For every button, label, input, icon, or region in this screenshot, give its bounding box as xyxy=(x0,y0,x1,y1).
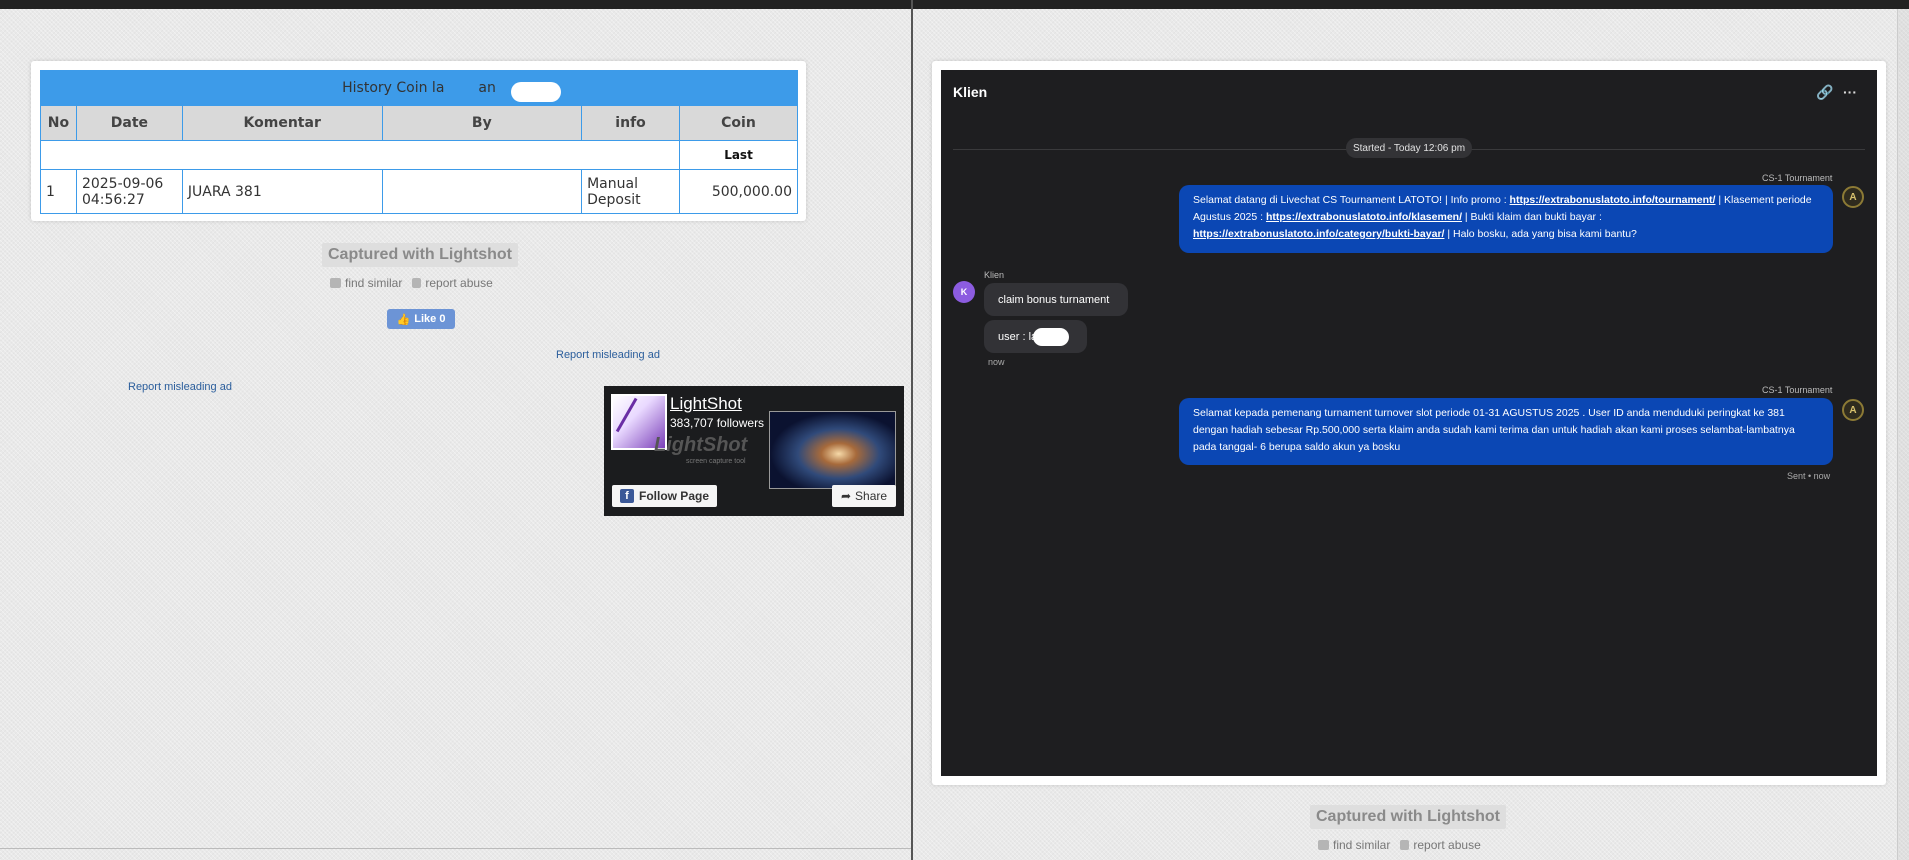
widget-watermark: LightShot xyxy=(654,434,748,456)
cell-info: Manual Deposit xyxy=(581,169,680,214)
window-divider[interactable] xyxy=(911,0,913,860)
camera-icon xyxy=(330,278,341,288)
cell-no: 1 xyxy=(40,169,77,214)
table-row: Last xyxy=(40,140,798,170)
share-icon: ➦ xyxy=(840,489,852,503)
browser-top-bar xyxy=(0,0,1909,9)
redaction-mask xyxy=(511,82,561,102)
agent-label: CS-1 Tournament xyxy=(1762,385,1833,395)
follow-page-button[interactable]: f Follow Page xyxy=(612,485,717,507)
flag-icon xyxy=(1400,840,1410,850)
empty-cell xyxy=(40,140,680,170)
captured-with-lightshot[interactable]: Captured with Lightshot xyxy=(1310,805,1506,829)
image-links: find similar report abuse xyxy=(1318,838,1481,852)
fb-like-button[interactable]: 👍 Like 0 xyxy=(387,309,455,329)
col-header-no: No xyxy=(40,105,77,141)
col-header-coin: Coin xyxy=(679,105,798,141)
flag-icon xyxy=(412,278,422,288)
find-similar-link[interactable]: find similar xyxy=(1318,838,1390,852)
facebook-page-widget[interactable]: LightShot screen capture tool LightShot … xyxy=(604,386,904,516)
more-icon[interactable]: ··· xyxy=(1843,84,1857,100)
client-avatar: K xyxy=(953,281,975,303)
cell-by xyxy=(381,169,583,214)
link-icon[interactable]: 🔗 xyxy=(1816,84,1833,101)
session-started-pill: Started - Today 12:06 pm xyxy=(1346,138,1472,158)
col-header-by: By xyxy=(381,105,583,141)
agent-message: Selamat datang di Livechat CS Tournament… xyxy=(1179,185,1833,253)
camera-icon xyxy=(1318,840,1329,850)
sent-status: Sent • now xyxy=(1787,471,1831,481)
col-header-info: info xyxy=(581,105,680,141)
chat-window: Klien 🔗 ··· Started - Today 12:06 pm CS-… xyxy=(941,70,1877,776)
history-coin-table: History Coin la an No Date Komentar By in… xyxy=(40,70,798,214)
col-header-date: Date xyxy=(75,105,183,141)
bottom-divider xyxy=(0,848,911,849)
bukti-bayar-link[interactable]: https://extrabonuslatoto.info/category/b… xyxy=(1193,228,1444,240)
report-abuse-link[interactable]: report abuse xyxy=(1400,838,1481,852)
redaction-mask xyxy=(1033,328,1069,346)
agent-avatar: A xyxy=(1842,399,1864,421)
cell-komentar: JUARA 381 xyxy=(181,169,383,214)
widget-tagline: screen capture tool xyxy=(686,458,746,465)
image-links: find similar report abuse xyxy=(330,276,493,290)
report-abuse-link[interactable]: report abuse xyxy=(412,276,493,290)
page-name-link[interactable]: LightShot xyxy=(670,394,742,414)
agent-message: Selamat kepada pemenang turnament turnov… xyxy=(1179,398,1833,465)
table-title: History Coin la an xyxy=(40,70,798,106)
report-misleading-ad-link[interactable]: Report misleading ad xyxy=(556,349,660,361)
promo-link[interactable]: https://extrabonuslatoto.info/tournament… xyxy=(1510,194,1716,206)
cover-image xyxy=(769,411,896,489)
cell-coin: 500,000.00 xyxy=(679,169,798,214)
chat-title: Klien xyxy=(953,84,988,100)
scrollbar[interactable] xyxy=(1897,9,1909,860)
share-button[interactable]: ➦ Share xyxy=(832,485,896,507)
table-row: 1 2025-09-06 04:56:27 JUARA 381 Manual Dep… xyxy=(40,169,798,214)
agent-avatar: A xyxy=(1842,186,1864,208)
cell-date: 2025-09-06 04:56:27 xyxy=(75,169,183,214)
follower-count: 383,707 followers xyxy=(670,416,765,430)
last-label: Last xyxy=(679,140,798,170)
client-message: claim bonus turnament xyxy=(984,283,1128,316)
thumbs-up-icon: 👍 xyxy=(396,313,411,326)
find-similar-link[interactable]: find similar xyxy=(330,276,402,290)
col-header-komentar: Komentar xyxy=(181,105,383,141)
client-label: Klien xyxy=(984,270,1005,280)
agent-label: CS-1 Tournament xyxy=(1762,173,1833,183)
facebook-icon: f xyxy=(619,489,634,503)
klasemen-link[interactable]: https://extrabonuslatoto.info/klasemen/ xyxy=(1266,211,1462,223)
report-misleading-ad-link[interactable]: Report misleading ad xyxy=(128,381,232,393)
screenshot-card-left: History Coin la an No Date Komentar By in… xyxy=(31,61,806,221)
client-timestamp: now xyxy=(988,357,1005,367)
captured-with-lightshot[interactable]: Captured with Lightshot xyxy=(322,243,518,267)
